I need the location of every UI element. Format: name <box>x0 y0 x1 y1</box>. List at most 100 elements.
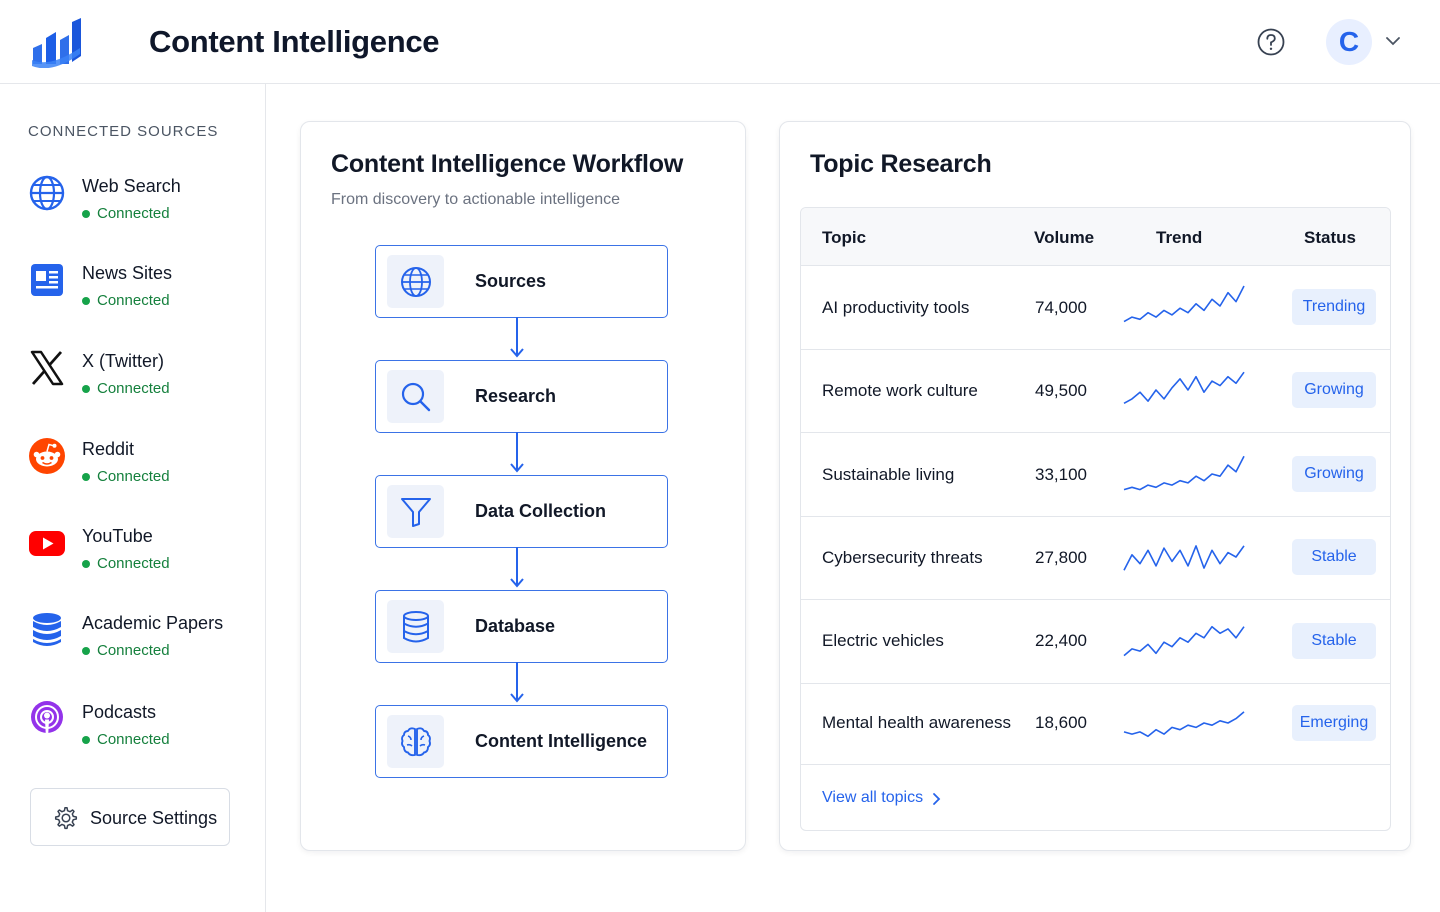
newspaper-icon <box>31 264 63 296</box>
trend-sparkline <box>1123 711 1245 738</box>
workflow-step-content-intelligence[interactable]: Content Intelligence <box>375 705 668 778</box>
step-label: Sources <box>475 271 547 291</box>
brain-icon <box>401 727 431 757</box>
sparkline-path <box>1123 285 1245 323</box>
user-avatar[interactable]: C <box>1326 19 1372 65</box>
status-badge: Stable <box>1292 623 1376 659</box>
volume-cell: 49,500 <box>1035 381 1087 400</box>
step-label: Research <box>475 386 557 406</box>
workflow-subtitle: From discovery to actionable intelligenc… <box>331 191 621 208</box>
x-logo-icon <box>30 350 64 386</box>
app-header: Content Intelligence C <box>0 0 1440 84</box>
step-label: Data Collection <box>475 501 607 521</box>
step-label: Content Intelligence <box>475 731 648 751</box>
step-icon-box <box>387 370 444 423</box>
trend-sparkline <box>1123 371 1245 405</box>
step-icon-box <box>387 715 444 768</box>
status-badge: Emerging <box>1292 705 1376 741</box>
column-header-trend[interactable]: Trend <box>1156 228 1202 248</box>
reddit-icon <box>29 438 65 474</box>
table-row[interactable]: Mental health awareness 18,600 Emerging <box>801 684 1390 765</box>
sparkline-path <box>1123 371 1245 405</box>
trend-sparkline <box>1123 625 1245 657</box>
source-name: Podcasts <box>82 702 157 722</box>
source-name: Web Search <box>82 176 181 196</box>
status-badge: Growing <box>1292 372 1376 408</box>
step-icon-box <box>387 485 444 538</box>
column-header-topic[interactable]: Topic <box>822 228 866 248</box>
table-row[interactable]: AI productivity tools 74,000 Trending <box>801 266 1390 350</box>
status-badge: Connected <box>82 468 170 485</box>
source-settings-button[interactable]: Source Settings <box>30 788 230 846</box>
volume-cell: 27,800 <box>1035 548 1087 567</box>
sources-sidebar: CONNECTED SOURCES Web Search Connected N… <box>0 84 266 912</box>
arrow-down-icon <box>510 317 524 358</box>
source-name: X (Twitter) <box>82 351 165 371</box>
status-badge: Connected <box>82 731 170 748</box>
column-header-volume[interactable]: Volume <box>1034 228 1094 248</box>
trend-sparkline <box>1123 455 1245 491</box>
globe-icon <box>401 267 431 297</box>
step-icon-box <box>387 600 444 653</box>
table-row[interactable]: Remote work culture 49,500 Growing <box>801 350 1390 433</box>
source-name: YouTube <box>82 526 153 546</box>
status-badge: Stable <box>1292 539 1376 575</box>
source-name: Academic Papers <box>82 613 224 633</box>
step-icon-box <box>387 255 444 308</box>
table-row[interactable]: Sustainable living 33,100 Growing <box>801 433 1390 517</box>
sidebar-item-web-search[interactable]: Web Search Connected <box>0 170 265 234</box>
table-row[interactable]: Electric vehicles 22,400 Stable <box>801 600 1390 684</box>
topic-cell: Electric vehicles <box>822 631 944 650</box>
sidebar-item-news-sites[interactable]: News Sites Connected <box>0 257 265 321</box>
sparkline-path <box>1123 545 1245 571</box>
trend-sparkline <box>1123 545 1245 571</box>
status-badge: Connected <box>82 380 170 397</box>
status-badge: Connected <box>82 292 170 309</box>
gear-icon <box>54 806 78 830</box>
bar-chart-logo-icon[interactable] <box>30 18 82 68</box>
status-badge: Connected <box>82 642 170 659</box>
chevron-down-icon[interactable] <box>1384 34 1402 48</box>
status-badge: Connected <box>82 205 170 222</box>
volume-cell: 22,400 <box>1035 631 1087 650</box>
topic-cell: Mental health awareness <box>822 713 1012 732</box>
table-row[interactable]: Cybersecurity threats 27,800 Stable <box>801 517 1390 600</box>
topic-cell: Cybersecurity threats <box>822 548 983 567</box>
workflow-step-database[interactable]: Database <box>375 590 668 663</box>
sidebar-item-youtube[interactable]: YouTube Connected <box>0 520 265 584</box>
source-name: News Sites <box>82 263 173 283</box>
workflow-step-data-collection[interactable]: Data Collection <box>375 475 668 548</box>
workflow-step-research[interactable]: Research <box>375 360 668 433</box>
workflow-card: Content Intelligence Workflow From disco… <box>300 121 746 851</box>
database-icon <box>403 611 429 643</box>
topic-cell: Sustainable living <box>822 465 955 484</box>
topic-table: Topic Volume Trend Status AI productivit… <box>800 207 1391 831</box>
topic-research-card: Topic Research Topic Volume Trend Status… <box>779 121 1411 851</box>
workflow-title: Content Intelligence Workflow <box>331 150 684 178</box>
table-header: Topic Volume Trend Status <box>801 208 1390 266</box>
search-icon <box>401 382 431 412</box>
sidebar-item-x-twitter[interactable]: X (Twitter) Connected <box>0 345 265 409</box>
status-badge: Connected <box>82 555 170 572</box>
help-circle-icon[interactable] <box>1256 27 1286 57</box>
view-all-topics-link[interactable]: View all topics <box>822 789 923 807</box>
volume-cell: 74,000 <box>1035 298 1087 317</box>
workflow-step-sources[interactable]: Sources <box>375 245 668 318</box>
app-title: Content Intelligence <box>149 24 440 59</box>
step-label: Database <box>475 616 556 636</box>
volume-cell: 18,600 <box>1035 713 1087 732</box>
sidebar-item-podcasts[interactable]: Podcasts Connected <box>0 696 265 760</box>
sparkline-path <box>1123 625 1245 657</box>
trend-sparkline <box>1123 285 1245 323</box>
sparkline-path <box>1123 711 1245 738</box>
sidebar-item-reddit[interactable]: Reddit Connected <box>0 433 265 497</box>
volume-cell: 33,100 <box>1035 465 1087 484</box>
column-header-status[interactable]: Status <box>1304 228 1356 248</box>
sidebar-heading: CONNECTED SOURCES <box>28 123 219 140</box>
podcast-icon <box>31 701 63 733</box>
topic-cell: AI productivity tools <box>822 298 970 317</box>
globe-icon <box>29 175 65 211</box>
chevron-right-icon[interactable] <box>930 791 942 807</box>
sparkline-path <box>1123 455 1245 491</box>
sidebar-item-academic-papers[interactable]: Academic Papers Connected <box>0 607 265 671</box>
